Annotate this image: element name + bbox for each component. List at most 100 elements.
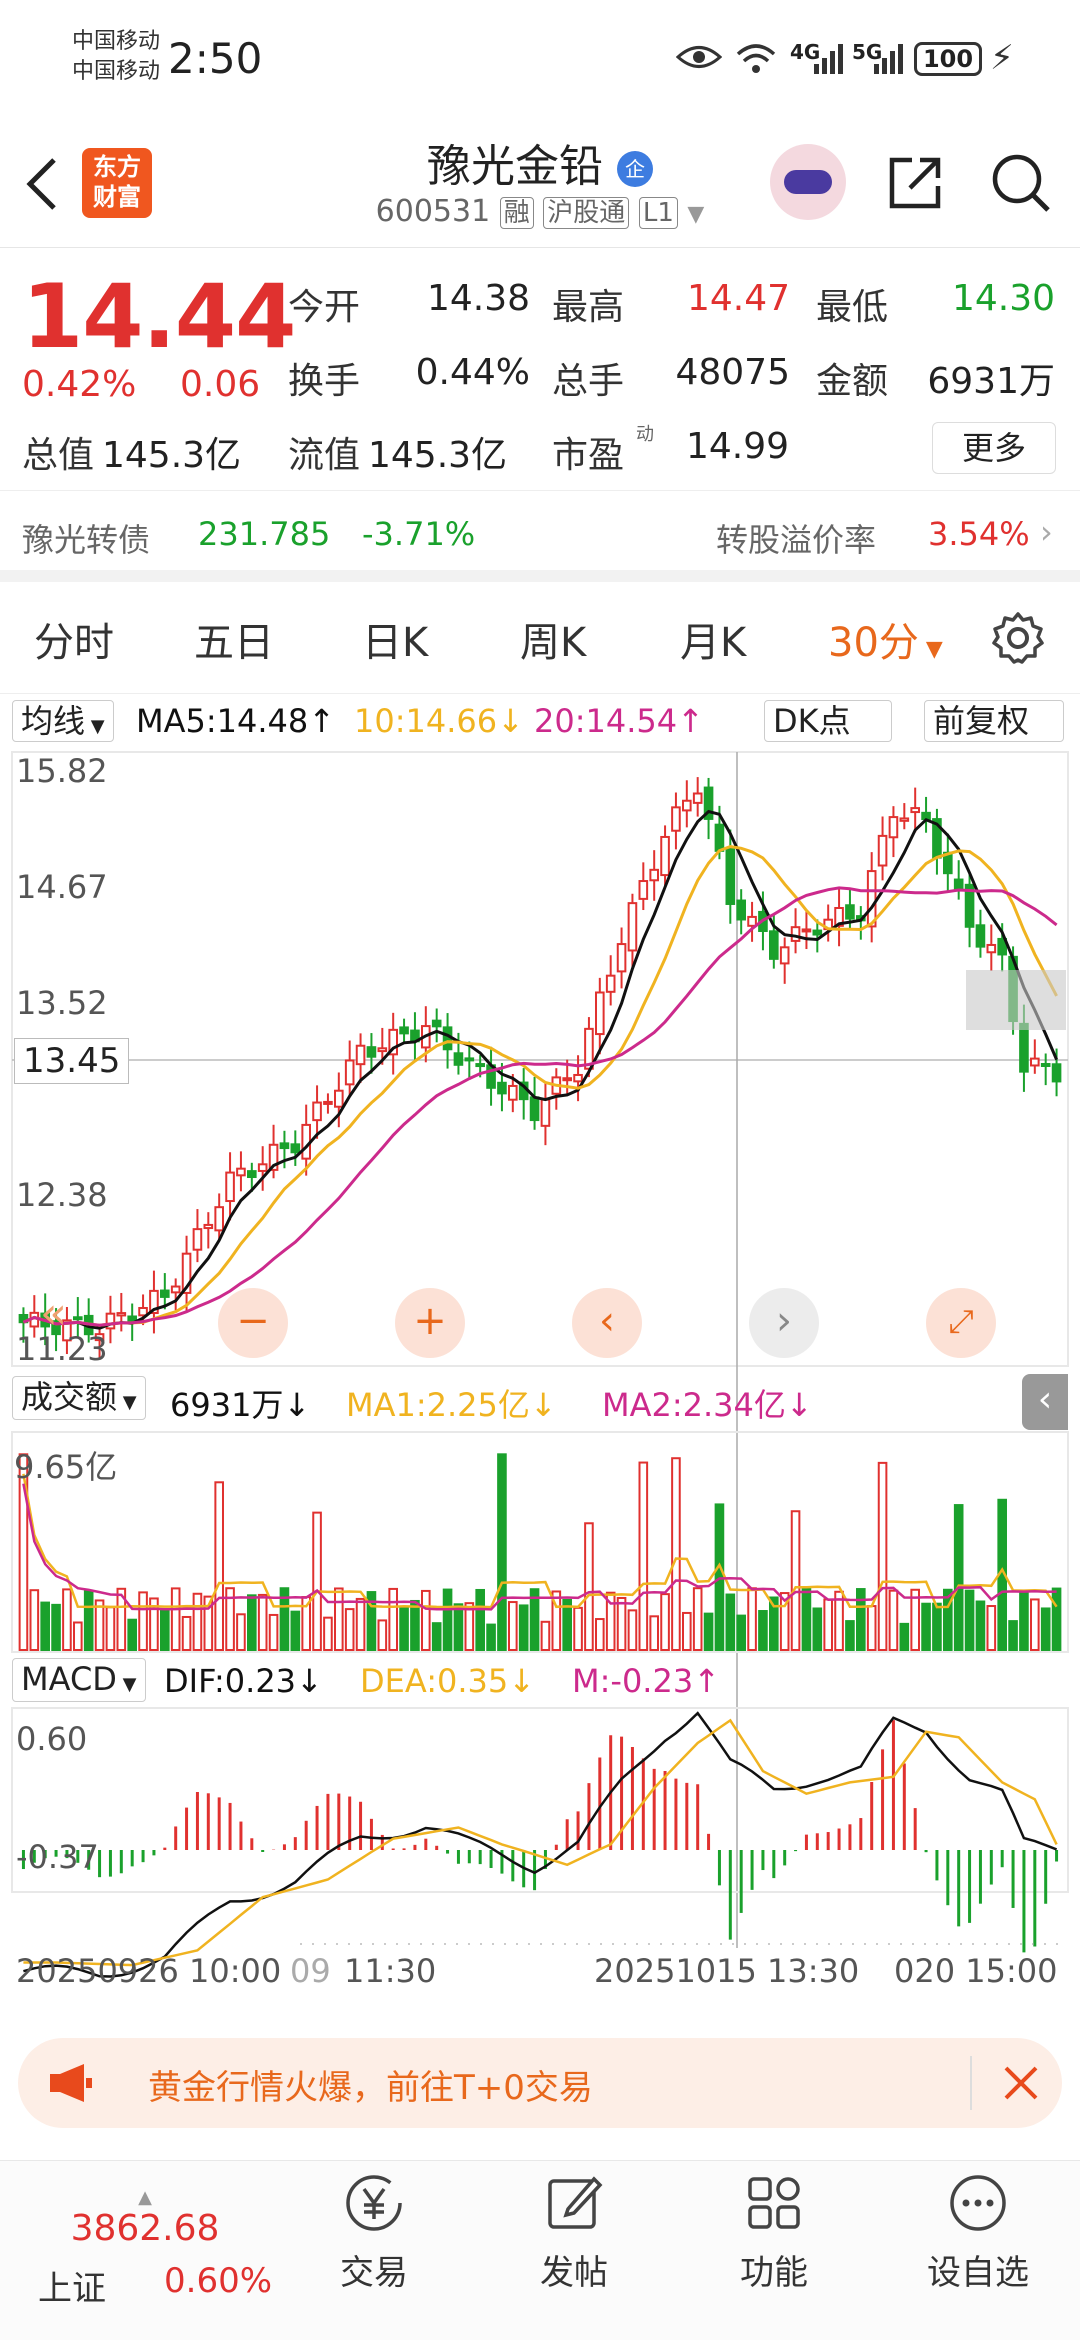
share-icon[interactable] <box>884 152 946 214</box>
macd-selector-label: MACD <box>21 1660 117 1698</box>
index-ticker[interactable]: ▲ 3862.68 <box>40 2187 250 2249</box>
megaphone-icon <box>50 2064 92 2102</box>
volume-bar <box>964 1589 975 1652</box>
nav-trade[interactable]: 交易 <box>294 2171 454 2294</box>
adjust-button[interactable]: 前复权 <box>924 700 1064 742</box>
tag-level: L1 <box>638 197 678 229</box>
gear-icon[interactable] <box>990 610 1046 666</box>
nav-functions[interactable]: 功能 <box>694 2171 854 2294</box>
candle-body <box>888 816 899 839</box>
nav-add-watchlist[interactable]: 设自选 <box>898 2171 1058 2294</box>
pe-value: 14.99 <box>686 426 790 467</box>
chevron-right-icon: › <box>1040 513 1053 551</box>
bond-name: 豫光转债 <box>22 521 151 559</box>
macd-indicator-selector[interactable]: MACD ▼ <box>12 1658 146 1702</box>
volume-bar <box>986 1605 997 1652</box>
volume-bar <box>181 1615 192 1652</box>
volume-bar <box>616 1596 627 1651</box>
chevron-down-icon[interactable]: ▼ <box>687 202 704 227</box>
collapse-panel-button[interactable]: ‹ <box>1022 1374 1068 1430</box>
volume-bar <box>703 1612 714 1652</box>
volume-bar <box>160 1608 170 1652</box>
turnover-label: 换手 <box>288 361 361 402</box>
volume-bar <box>40 1601 50 1651</box>
tab-monthly[interactable]: 月K <box>680 610 746 668</box>
ma10-line <box>22 845 1058 1327</box>
volume-frame <box>11 1431 1069 1653</box>
volume-bar <box>312 1511 322 1651</box>
tab-intraday[interactable]: 分时 <box>34 610 114 668</box>
volume-bar <box>747 1587 757 1651</box>
candle-body <box>1040 1062 1051 1067</box>
volume-bar <box>334 1587 344 1652</box>
promo-banner[interactable]: 黄金行情火爆，前往T+0交易 <box>18 2038 1062 2128</box>
assistant-avatar[interactable] <box>770 144 846 220</box>
candle-body <box>334 1089 344 1108</box>
last-price: 14.44 <box>22 265 296 368</box>
tab-weekly[interactable]: 周K <box>520 610 586 668</box>
volume-value: 48075 <box>675 352 790 393</box>
candle-body <box>508 1084 518 1101</box>
search-icon[interactable] <box>988 150 1054 216</box>
nav-post[interactable]: 发帖 <box>494 2171 654 2294</box>
dif-line <box>23 1711 1058 1978</box>
volume-bar <box>170 1587 181 1651</box>
volume-bar <box>388 1587 398 1651</box>
x-label-3: 11:30 <box>344 1952 437 1990</box>
volume-bar <box>877 1461 888 1652</box>
rewind-icon[interactable]: « <box>40 1288 67 1339</box>
more-button[interactable]: 更多 <box>932 422 1056 474</box>
tab-30min-label: 30分 <box>828 620 919 666</box>
candle-body <box>160 1289 170 1298</box>
candle-body <box>866 870 877 928</box>
volume-indicator-selector[interactable]: 成交额 ▼ <box>12 1376 146 1420</box>
change-value: 0.06 <box>180 364 261 405</box>
volume-value: 6931万↓ <box>170 1386 311 1424</box>
candle-body <box>638 880 649 900</box>
turnover-value: 0.44% <box>415 352 530 393</box>
volume-selector-label: 成交额 <box>21 1378 118 1416</box>
volume-bar <box>1040 1607 1051 1652</box>
candle-body <box>279 1142 290 1150</box>
y-label-4: 12.38 <box>16 1176 108 1214</box>
nav-post-label: 发帖 <box>540 2253 608 2293</box>
scroll-left-button[interactable]: ‹ <box>572 1288 642 1358</box>
scroll-right-button[interactable]: › <box>749 1288 819 1358</box>
premium-value: 3.54% <box>928 515 1030 553</box>
volume-bar <box>736 1614 746 1651</box>
volume-bar <box>247 1594 257 1652</box>
candle-body <box>540 1098 551 1127</box>
macd-frame <box>11 1707 1069 1893</box>
candle-body <box>671 806 681 832</box>
indicator-selector[interactable]: 均线 ▼ <box>12 700 114 742</box>
volume-bar <box>236 1613 246 1651</box>
volume-bar <box>214 1481 224 1652</box>
dk-point-button[interactable]: DK点 <box>764 700 892 742</box>
convertible-bond-row[interactable]: 豫光转债 231.785 -3.71% 转股溢价率 3.54% › <box>0 490 1080 582</box>
tab-daily[interactable]: 日K <box>362 610 428 668</box>
zoom-out-button[interactable]: − <box>218 1288 288 1358</box>
tab-five-day[interactable]: 五日 <box>194 610 274 668</box>
candle-body <box>1030 1057 1040 1067</box>
stock-header: 东方 财富 豫光金铅 企 600531 融 沪股通 L1 ▼ <box>0 120 1080 248</box>
ma20-line <box>22 886 1058 1327</box>
volume-bar <box>1030 1598 1040 1652</box>
dea-line <box>23 1718 1058 1967</box>
zoom-in-button[interactable]: + <box>395 1288 465 1358</box>
candle-body <box>605 974 616 993</box>
volume-bar <box>399 1605 409 1652</box>
tab-30min[interactable]: 30分 ▼ <box>828 610 943 668</box>
candle-body <box>899 817 910 822</box>
close-icon[interactable] <box>1002 2064 1040 2102</box>
pe-label: 市盈 <box>552 435 625 476</box>
candle-body <box>377 1047 388 1053</box>
fullscreen-icon[interactable]: ⤢ <box>926 1288 996 1358</box>
volume-bar <box>725 1593 736 1651</box>
x-label-5: 020 15:00 <box>894 1952 1058 1990</box>
volume-bar <box>323 1616 333 1652</box>
caret-down-icon: ▼ <box>85 716 105 737</box>
kline-chart[interactable]: 15.82 14.67 13.52 12.38 11.23 13.45 « − … <box>0 748 1080 2016</box>
volume-bar <box>475 1588 485 1652</box>
volume-bar <box>573 1606 583 1651</box>
index-change: 0.60% <box>164 2261 273 2301</box>
